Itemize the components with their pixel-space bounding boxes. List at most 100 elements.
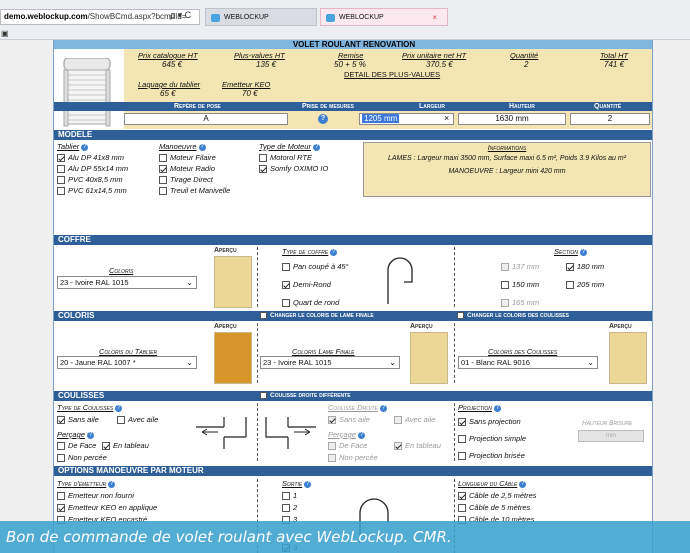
sortie-option[interactable]: 1 xyxy=(282,491,297,501)
checkbox[interactable] xyxy=(57,454,65,463)
info-icon[interactable]: ? xyxy=(312,143,320,151)
coulisses-coloris-select[interactable]: 01 - Blanc RAL 9016 ⌄ xyxy=(458,356,598,369)
droite-percage-option[interactable]: En tableau xyxy=(394,441,441,451)
type-coffre-option[interactable]: Quart de rond xyxy=(282,298,339,308)
droite-option[interactable]: Sans aile xyxy=(328,415,370,425)
type-coffre-option[interactable]: Pan coupé à 45° xyxy=(282,262,349,272)
checkbox[interactable] xyxy=(159,187,167,196)
checkbox[interactable] xyxy=(117,416,125,425)
info-icon[interactable]: ? xyxy=(115,404,123,412)
percage-option[interactable]: De Face xyxy=(57,441,96,451)
manoeuvre-option[interactable]: Moteur Filaire xyxy=(159,153,216,163)
tablier-option[interactable]: Alu DP 41x8 mm xyxy=(57,153,124,163)
info-icon[interactable]: ? xyxy=(579,248,587,256)
checkbox[interactable] xyxy=(328,442,336,451)
info-icon[interactable]: ? xyxy=(493,404,501,412)
projection-option[interactable]: Projection simple xyxy=(458,434,526,444)
checkbox[interactable] xyxy=(57,187,65,196)
cable-option[interactable]: Câble de 2,5 mètres xyxy=(458,491,537,501)
section-option[interactable]: 205 mm xyxy=(566,280,604,290)
coulisse-option[interactable]: Sans aile xyxy=(57,415,99,425)
checkbox[interactable] xyxy=(394,442,402,451)
info-icon[interactable]: ? xyxy=(108,480,116,488)
checkbox[interactable] xyxy=(501,281,509,290)
detail-plus-values-link[interactable]: DETAIL DES PLUS-VALUES xyxy=(344,70,440,79)
info-icon[interactable]: ? xyxy=(357,431,365,439)
change-coulisses-toggle[interactable]: Changer le coloris des coulisses xyxy=(457,311,569,321)
tablier-option[interactable]: PVC 40x8,5 mm xyxy=(57,175,123,185)
quantite-input[interactable]: 2 xyxy=(570,113,650,125)
checkbox[interactable] xyxy=(458,492,466,501)
checkbox[interactable] xyxy=(566,281,574,290)
manoeuvre-option[interactable]: Tirage Direct xyxy=(159,175,213,185)
droite-percage-option[interactable]: Non percée xyxy=(328,453,378,463)
checkbox[interactable] xyxy=(57,442,65,451)
coulisse-droite-toggle[interactable]: Coulisse droite différente xyxy=(260,391,351,401)
checkbox[interactable] xyxy=(458,418,466,427)
info-icon[interactable]: ? xyxy=(86,431,94,439)
checkbox[interactable] xyxy=(458,452,466,461)
change-lame-toggle[interactable]: Changer le coloris de lame finale xyxy=(260,311,374,321)
checkbox[interactable] xyxy=(566,263,574,272)
moteur-option[interactable]: Somfy OXIMO IO xyxy=(259,164,328,174)
checkbox[interactable] xyxy=(457,311,464,319)
address-bar-icons[interactable]: ρ ▾ C xyxy=(170,10,191,21)
checkbox[interactable] xyxy=(57,165,65,174)
checkbox[interactable] xyxy=(57,492,65,501)
emetteur-option[interactable]: Emetteur KEO en applique xyxy=(57,503,157,513)
checkbox[interactable] xyxy=(394,416,402,425)
checkbox[interactable] xyxy=(259,165,267,174)
info-icon[interactable]: ? xyxy=(330,248,338,256)
cable-option[interactable]: Câble de 5 mètres xyxy=(458,503,530,513)
manoeuvre-option[interactable]: Moteur Radio xyxy=(159,164,215,174)
checkbox[interactable] xyxy=(57,504,65,513)
checkbox[interactable] xyxy=(102,442,110,451)
tablier-coloris-select[interactable]: 20 - Jaune RAL 1007 * ⌄ xyxy=(57,356,197,369)
checkbox[interactable] xyxy=(501,263,509,272)
checkbox[interactable] xyxy=(282,492,290,501)
clear-icon[interactable]: × xyxy=(444,113,449,123)
tab-close-icon[interactable]: × xyxy=(432,9,437,25)
sortie-option[interactable]: 2 xyxy=(282,503,297,513)
tablier-option[interactable]: Alu DP 55x14 mm xyxy=(57,164,128,174)
checkbox[interactable] xyxy=(458,435,466,444)
checkbox[interactable] xyxy=(282,263,290,272)
type-coffre-option[interactable]: Demi-Rond xyxy=(282,280,331,290)
checkbox[interactable] xyxy=(259,154,267,163)
checkbox[interactable] xyxy=(57,416,65,425)
percage-option[interactable]: Non percée xyxy=(57,453,107,463)
largeur-input[interactable]: 1205 mm xyxy=(359,113,454,125)
lame-coloris-select[interactable]: 23 - Ivoire RAL 1015 ⌄ xyxy=(260,356,400,369)
info-icon[interactable]: ? xyxy=(198,143,206,151)
checkbox[interactable] xyxy=(260,391,267,399)
section-option[interactable]: 165 mm xyxy=(501,298,539,308)
section-option[interactable]: 180 mm xyxy=(566,262,604,272)
checkbox[interactable] xyxy=(282,504,290,513)
checkbox[interactable] xyxy=(328,416,336,425)
checkbox[interactable] xyxy=(260,311,267,319)
projection-option[interactable]: Projection brisée xyxy=(458,451,525,461)
tablier-option[interactable]: PVC 61x14,5 mm xyxy=(57,186,127,196)
info-icon[interactable]: ? xyxy=(304,480,312,488)
info-icon[interactable]: ? xyxy=(519,480,527,488)
section-option[interactable]: 137 mm xyxy=(501,262,539,272)
info-icon[interactable]: ? xyxy=(81,143,89,151)
checkbox[interactable] xyxy=(159,154,167,163)
checkbox[interactable] xyxy=(282,281,290,290)
section-option[interactable]: 150 mm xyxy=(501,280,539,290)
percage-option[interactable]: En tableau xyxy=(102,441,149,451)
coffre-coloris-select[interactable]: 23 - Ivoire RAL 1015 ⌄ xyxy=(57,276,197,289)
checkbox[interactable] xyxy=(57,154,65,163)
manoeuvre-option[interactable]: Treuil et Manivelle xyxy=(159,186,230,196)
emetteur-option[interactable]: Emetteur non fourni xyxy=(57,491,134,501)
projection-option[interactable]: Sans projection xyxy=(458,417,521,427)
browser-tab-2[interactable]: WEBLOCKUP × xyxy=(320,8,448,26)
checkbox[interactable] xyxy=(458,504,466,513)
help-icon[interactable]: ? xyxy=(318,114,328,124)
checkbox[interactable] xyxy=(328,454,336,463)
hauteur-input[interactable]: 1630 mm xyxy=(458,113,566,125)
checkbox[interactable] xyxy=(501,299,509,308)
repere-input[interactable]: A xyxy=(124,113,288,125)
droite-percage-option[interactable]: De Face xyxy=(328,441,367,451)
checkbox[interactable] xyxy=(159,176,167,185)
